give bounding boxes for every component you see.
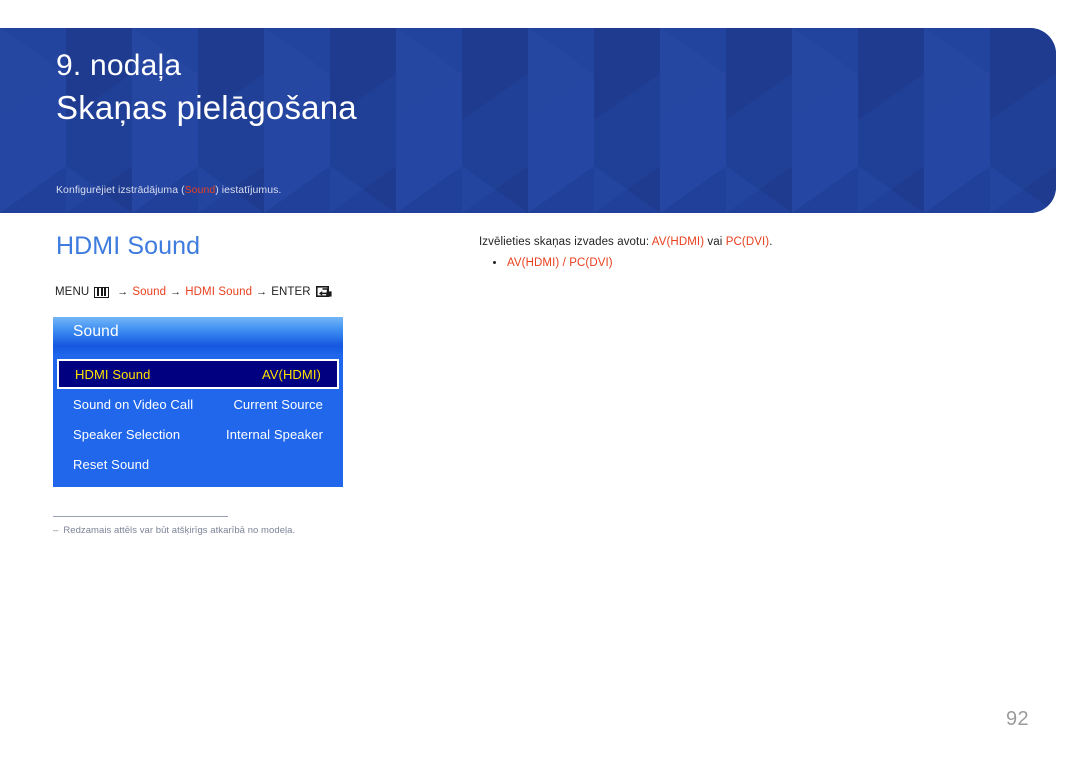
osd-row-reset-sound[interactable]: Reset Sound <box>53 449 343 479</box>
description-highlight-av-hdmi: AV(HDMI) <box>651 236 705 248</box>
page-title: HDMI Sound <box>56 232 201 260</box>
osd-row-sound-on-video-call[interactable]: Sound on Video Call Current Source <box>53 389 343 419</box>
enter-return-icon <box>315 286 332 298</box>
osd-rows-list: HDMI Sound AV(HDMI) Sound on Video Call … <box>53 354 343 479</box>
osd-row-speaker-selection[interactable]: Speaker Selection Internal Speaker <box>53 419 343 449</box>
description-text-1: Izvēlieties skaņas izvades avotu: <box>479 236 652 248</box>
menu-path-arrow-2: → <box>170 286 182 298</box>
chapter-heading-group: 9. nodaļa Skaņas pielāgošana <box>56 46 357 130</box>
osd-row-value: Internal Speaker <box>226 426 323 442</box>
osd-row-label: HDMI Sound <box>75 366 151 382</box>
osd-titlebar: Sound <box>53 317 343 354</box>
osd-title: Sound <box>73 323 119 340</box>
osd-row-value: Current Source <box>233 396 323 412</box>
footnote: ‒ Redzamais attēls var būt atšķirīgs atk… <box>53 525 295 536</box>
menu-path-menu-label: MENU <box>55 286 90 298</box>
subtitle-highlight: Sound <box>184 184 216 196</box>
osd-row-hdmi-sound[interactable]: HDMI Sound AV(HDMI) <box>57 359 339 389</box>
menu-path-arrow-1: → <box>117 286 129 298</box>
osd-row-label: Speaker Selection <box>73 426 181 442</box>
menu-path-step-sound: Sound <box>132 286 167 298</box>
chapter-title: Skaņas pielāgošana <box>56 89 357 126</box>
subtitle-text-before: Konfigurējiet izstrādājuma ( <box>56 184 185 196</box>
description-paragraph: Izvēlieties skaņas izvades avotu: AV(HDM… <box>479 234 999 250</box>
osd-row-label: Reset Sound <box>73 456 150 472</box>
menu-path-breadcrumb: MENU → Sound → HDMI Sound → ENTER <box>55 286 332 298</box>
footnote-text: Redzamais attēls var būt atšķirīgs atkar… <box>63 525 296 536</box>
osd-menu-screenshot: Sound HDMI Sound AV(HDMI) Sound on Video… <box>53 317 343 487</box>
description-column: Izvēlieties skaņas izvades avotu: AV(HDM… <box>479 234 999 271</box>
menu-grid-icon <box>94 286 110 298</box>
chapter-header-banner: 9. nodaļa Skaņas pielāgošana Konfigurēji… <box>0 28 1056 213</box>
page-number: 92 <box>1005 708 1029 730</box>
menu-path-arrow-3: → <box>256 286 268 298</box>
footnote-dash: ‒ <box>53 525 59 536</box>
footnote-divider <box>53 516 228 517</box>
description-text-3: . <box>769 236 773 248</box>
option-list: AV(HDMI) / PC(DVI) <box>479 255 999 271</box>
menu-path-enter-label: ENTER <box>271 286 311 298</box>
menu-path-step-hdmi-sound: HDMI Sound <box>185 286 253 298</box>
subtitle-text-after: ) iestatījumus. <box>215 184 282 196</box>
list-item: AV(HDMI) / PC(DVI) <box>479 255 999 271</box>
osd-row-label: Sound on Video Call <box>73 396 194 412</box>
description-text-2: vai <box>704 236 726 248</box>
osd-row-value: AV(HDMI) <box>261 366 321 382</box>
description-highlight-pc-dvi: PC(DVI) <box>725 236 770 248</box>
chapter-number: 9. nodaļa <box>56 49 182 82</box>
chapter-subtitle: Konfigurējiet izstrādājuma (Sound) iesta… <box>56 184 281 196</box>
